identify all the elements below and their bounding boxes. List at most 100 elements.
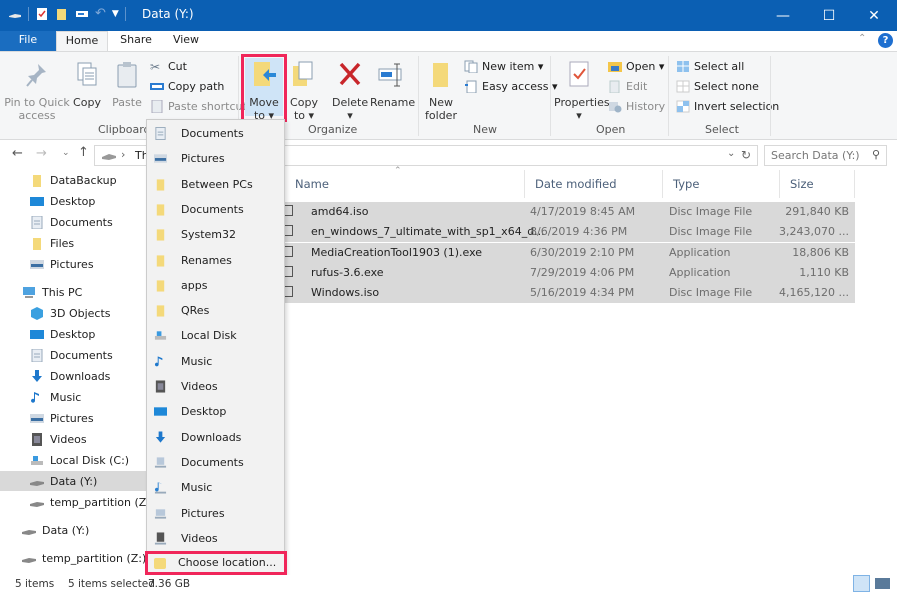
row-checkbox[interactable]	[284, 265, 293, 277]
easy-access-button[interactable]: Easy access ▾	[464, 77, 558, 95]
maximize-button[interactable]: ☐	[806, 0, 852, 31]
sidebar-item[interactable]: Downloads	[30, 366, 110, 386]
back-arrow-icon[interactable]: ←	[12, 146, 23, 161]
move-to-menu-item[interactable]: Pictures	[147, 501, 284, 526]
sidebar-item[interactable]: This PC	[22, 282, 82, 302]
file-row[interactable]: MediaCreationTool1903 (1).exe 6/30/2019 2…	[284, 242, 855, 268]
refresh-icon[interactable]: ↻	[741, 148, 751, 162]
folder-icon	[156, 204, 165, 216]
paste-shortcut-button[interactable]: Paste shortcut	[150, 97, 247, 115]
sidebar-item[interactable]: Videos	[30, 429, 87, 449]
copy-to-button[interactable]: Copy to ▾	[289, 60, 319, 122]
invert-selection-label: Invert selection	[694, 99, 780, 113]
column-header-size[interactable]: Size	[780, 170, 855, 198]
move-to-menu-item[interactable]: Downloads	[147, 425, 284, 450]
sidebar-item[interactable]: 3D Objects	[30, 303, 111, 323]
tab-home[interactable]: Home	[56, 31, 108, 51]
move-to-menu-item[interactable]: Videos	[147, 526, 284, 551]
large-icons-view-icon[interactable]	[875, 578, 890, 589]
row-checkbox[interactable]	[284, 225, 293, 237]
open-button[interactable]: Open ▾	[608, 57, 664, 75]
undo-icon[interactable]: ↶	[95, 6, 106, 21]
sidebar-item[interactable]: Local Disk (C:)	[30, 450, 129, 470]
sidebar-item[interactable]: Pictures	[30, 408, 94, 428]
properties-icon[interactable]	[35, 7, 49, 21]
file-row[interactable]: amd64.iso 4/17/2019 8:45 AM Disc Image Fil…	[284, 202, 855, 229]
details-view-icon[interactable]	[853, 575, 870, 592]
new-folder-button[interactable]: New folder	[424, 60, 458, 122]
row-checkbox[interactable]	[284, 245, 293, 257]
copy-path-button[interactable]: Copy path	[150, 77, 224, 95]
move-to-menu-item[interactable]: Pictures	[147, 146, 284, 171]
delete-icon	[339, 62, 361, 86]
column-header-date-modified[interactable]: Date modified	[525, 170, 663, 198]
rename-icon[interactable]	[75, 7, 89, 21]
delete-button[interactable]: Delete ▾	[332, 60, 368, 122]
sidebar-item[interactable]: Desktop	[30, 324, 95, 344]
up-arrow-icon[interactable]: ↑	[78, 145, 89, 160]
move-to-menu-item[interactable]: Music	[147, 349, 284, 374]
pin-to-quick-access-button[interactable]: Pin to Quick access	[4, 60, 70, 122]
search-input[interactable]: Search Data (Y:) ⚲	[764, 145, 887, 166]
move-to-menu-item[interactable]: Documents	[147, 121, 284, 146]
new-folder-icon[interactable]	[55, 7, 69, 21]
sidebar-item[interactable]: Desktop	[30, 191, 95, 211]
close-button[interactable]: ✕	[851, 0, 897, 31]
sidebar-item[interactable]: Data (Y:)	[0, 471, 146, 491]
paste-button[interactable]: Paste	[110, 60, 144, 109]
sidebar-item[interactable]: Data (Y:)	[22, 520, 89, 540]
column-header-type[interactable]: Type	[663, 170, 780, 198]
cut-button[interactable]: ✂ Cut	[150, 57, 187, 75]
sidebar-item[interactable]: temp_partition (Z:)	[22, 548, 146, 568]
tab-view[interactable]: View	[162, 31, 210, 51]
file-row[interactable]: en_windows_7_ultimate_with_sp1_x64_d... 8…	[284, 222, 855, 249]
move-to-menu-item[interactable]: Documents	[147, 197, 284, 222]
move-to-menu-item[interactable]: Desktop	[147, 399, 284, 424]
customize-toolbar-chevron-icon[interactable]: ▼	[112, 9, 119, 19]
recent-locations-chevron-icon[interactable]: ⌄	[62, 148, 70, 158]
file-row[interactable]: rufus-3.6.exe 7/29/2019 4:06 PM Applicatio…	[284, 262, 855, 287]
delete-label: Delete	[332, 96, 369, 109]
move-to-menu-item[interactable]: System32	[147, 222, 284, 247]
rename-button[interactable]: Rename	[370, 60, 415, 109]
select-none-icon	[676, 80, 690, 92]
sidebar-item-label: DataBackup	[50, 173, 117, 187]
sidebar-item[interactable]: Pictures	[30, 254, 94, 274]
menu-item-label: Pictures	[181, 152, 225, 166]
sidebar-item[interactable]: Music	[30, 387, 81, 407]
move-to-menu-item[interactable]: QRes	[147, 298, 284, 323]
forward-arrow-icon[interactable]: →	[36, 146, 47, 161]
invert-selection-button[interactable]: Invert selection	[676, 97, 779, 115]
address-dropdown-icon[interactable]: ⌄	[727, 148, 735, 159]
minimize-button[interactable]: —	[760, 0, 806, 31]
sidebar-item[interactable]: Documents	[30, 345, 113, 365]
move-to-menu-item[interactable]: Music	[147, 475, 284, 500]
help-icon[interactable]: ?	[878, 33, 893, 48]
row-checkbox[interactable]	[284, 205, 293, 216]
move-to-menu-item[interactable]: apps	[147, 273, 284, 298]
row-checkbox[interactable]	[284, 286, 293, 298]
tab-file[interactable]: File	[0, 31, 56, 51]
ribbon: Pin to Quick access Copy Paste ✂ Cut Cop…	[0, 51, 897, 140]
select-none-button[interactable]: Select none	[676, 77, 759, 95]
sidebar-item[interactable]: Files	[30, 233, 74, 253]
move-to-menu-item[interactable]: Videos	[147, 374, 284, 399]
sidebar-item[interactable]: temp_partition (Z:)	[30, 492, 154, 512]
file-type: Disc Image File	[669, 225, 753, 239]
tab-share[interactable]: Share	[112, 31, 160, 51]
edit-button[interactable]: Edit	[608, 77, 647, 95]
select-all-button[interactable]: Select all	[676, 57, 744, 75]
move-to-menu-item[interactable]: Between PCs	[147, 172, 284, 197]
move-to-menu-item[interactable]: Documents	[147, 450, 284, 475]
new-item-button[interactable]: New item ▾	[464, 57, 543, 75]
sidebar-item[interactable]: DataBackup	[30, 170, 117, 190]
copy-button[interactable]: Copy	[72, 60, 102, 109]
history-button[interactable]: History	[608, 97, 665, 115]
move-to-menu-item[interactable]: Renames	[147, 248, 284, 273]
properties-button[interactable]: Properties ▾	[554, 60, 610, 122]
column-header-name[interactable]: Name	[285, 170, 525, 198]
sidebar-item[interactable]: Documents	[30, 212, 113, 232]
move-to-menu-item[interactable]: Local Disk	[147, 323, 284, 348]
file-row[interactable]: Windows.iso 5/16/2019 4:34 PM Disc Image F…	[284, 283, 855, 310]
collapse-ribbon-icon[interactable]: ⌃	[858, 33, 866, 44]
